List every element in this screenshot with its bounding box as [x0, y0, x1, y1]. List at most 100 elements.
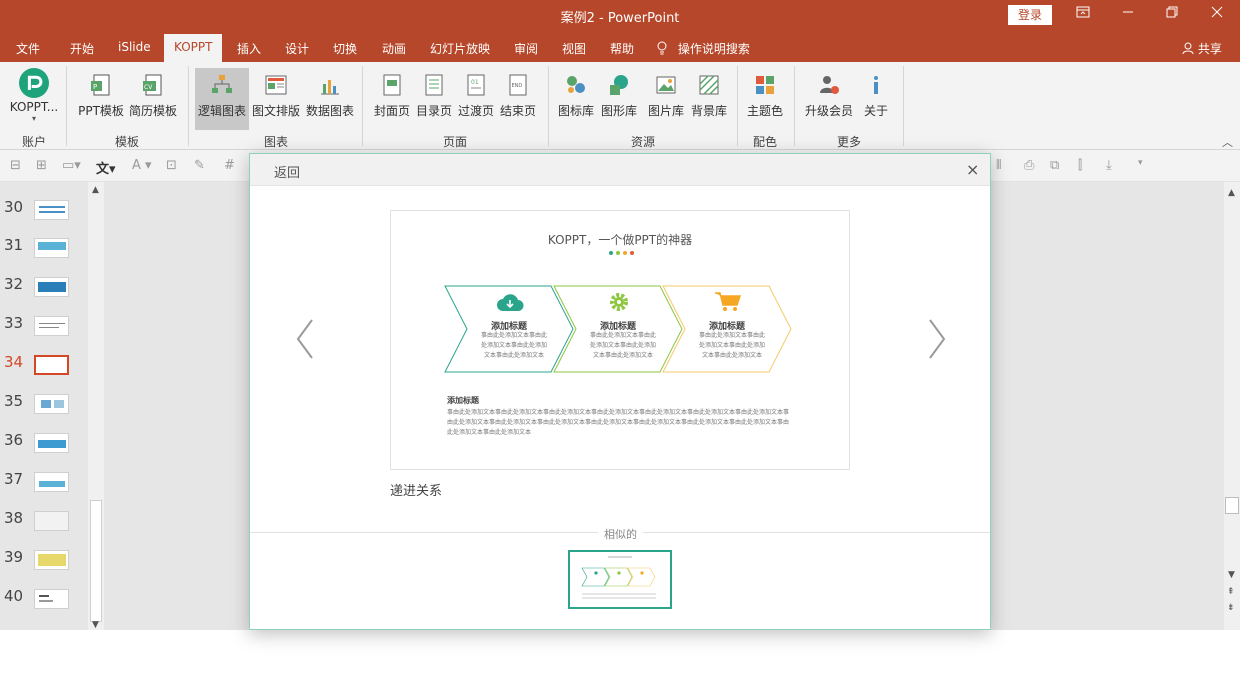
ribbon-display-icon[interactable] — [1071, 4, 1095, 26]
upgrade-member-label: 升级会员 — [804, 104, 853, 118]
tab-insert[interactable]: 插入 — [237, 40, 261, 57]
separator — [362, 66, 363, 146]
collapse-ribbon-icon[interactable]: ︿ — [1222, 134, 1233, 150]
slide-thumbnail[interactable]: 31 — [0, 234, 88, 264]
cover-page-button[interactable]: 封面页 — [368, 68, 416, 130]
slide-preview — [34, 394, 69, 414]
scroll-down-icon[interactable]: ▼ — [92, 620, 99, 630]
share-label: 共享 — [1197, 42, 1222, 56]
next-arrow-icon[interactable] — [922, 314, 952, 364]
slide-thumbnail[interactable]: 33 — [0, 312, 88, 342]
resume-template-button[interactable]: CV 简历模板 — [126, 68, 180, 130]
theme-color-button[interactable]: 主题色 — [741, 68, 789, 130]
scroll-up-icon[interactable]: ▲ — [92, 185, 99, 195]
slide-thumbnail[interactable]: 37 — [0, 468, 88, 498]
shape-library-icon — [610, 75, 628, 95]
next-slide-icon[interactable]: ⇟ — [1227, 603, 1235, 613]
color-grid-icon — [756, 76, 774, 94]
back-button[interactable]: 返回 — [274, 162, 300, 181]
image-text-layout-button[interactable]: 图文排版 — [249, 68, 303, 130]
group-template: 模板 — [114, 135, 139, 149]
tab-design[interactable]: 设计 — [285, 40, 309, 57]
login-button[interactable]: 登录 — [1008, 5, 1052, 25]
upgrade-member-button[interactable]: 升级会员 — [801, 68, 857, 130]
template-preview[interactable]: KOPPT，一个做PPT的神器 添加标题 事由此处添加文本事由此处添加文本事由此… — [390, 210, 850, 470]
slide-preview — [34, 355, 69, 375]
logic-chart-label: 逻辑图表 — [197, 104, 246, 118]
shopping-cart-icon — [715, 292, 742, 311]
text-format-icon[interactable]: 文▾ — [96, 158, 116, 177]
slide-number: 31 — [4, 236, 24, 254]
scrollbar-thumb[interactable] — [90, 500, 102, 622]
transition-page-label: 过渡页 — [457, 104, 494, 118]
font-color-icon[interactable]: A ▾ — [132, 158, 152, 173]
scroll-up-icon[interactable]: ▲ — [1228, 188, 1235, 198]
slide-thumbnail[interactable]: 40 — [0, 585, 88, 615]
end-page-button[interactable]: END 结束页 — [494, 68, 542, 130]
distribute-icon[interactable]: ⫴ — [996, 158, 1001, 173]
icon-library-button[interactable]: 图标库 — [553, 68, 599, 130]
tab-home[interactable]: 开始 — [70, 40, 94, 57]
editor-scrollbar[interactable]: ▲ ▼ ⇞ ⇟ — [1224, 182, 1240, 630]
logic-chart-button[interactable]: 逻辑图表 — [195, 68, 249, 130]
separator — [737, 66, 738, 146]
window-title: 案例2 - PowerPoint — [560, 11, 680, 26]
slide-number: 33 — [4, 314, 24, 332]
toolbar-more-icon[interactable]: ▾ — [1138, 158, 1143, 168]
textbox-icon[interactable]: ▭▾ — [62, 158, 81, 173]
slide-thumbnail[interactable]: 36 — [0, 429, 88, 459]
group-color: 配色 — [752, 135, 777, 149]
copy-icon[interactable]: ⧉ — [1050, 158, 1059, 173]
tab-animations[interactable]: 动画 — [382, 40, 406, 57]
previous-arrow-icon[interactable] — [290, 314, 320, 364]
background-library-button[interactable]: 背景库 — [686, 68, 732, 130]
slide-thumbnail-current[interactable]: 34 — [0, 351, 88, 381]
data-chart-button[interactable]: 数据图表 — [303, 68, 357, 130]
previous-slide-icon[interactable]: ⇞ — [1227, 587, 1235, 597]
tab-islide[interactable]: iSlide — [118, 40, 151, 54]
tab-file[interactable]: 文件 — [16, 40, 40, 57]
image-tool-icon[interactable]: ⊡ — [166, 158, 177, 173]
slide-thumbnail[interactable]: 32 — [0, 273, 88, 303]
scrollbar-thumb[interactable] — [1225, 497, 1239, 514]
shape-library-button[interactable]: 图形库 — [596, 68, 642, 130]
ppt-template-button[interactable]: P PPT模板 — [74, 68, 128, 130]
grid-icon[interactable]: # — [224, 158, 235, 173]
share-button[interactable]: 共享 — [1182, 40, 1222, 57]
scroll-down-icon[interactable]: ▼ — [1228, 570, 1235, 580]
slide-thumbnail[interactable]: 38 — [0, 507, 88, 537]
slide-number: 30 — [4, 198, 24, 216]
eyedropper-icon[interactable]: ✎ — [194, 158, 205, 173]
tab-koppt[interactable]: KOPPT — [164, 34, 223, 62]
title-bar: 案例2 - PowerPoint 登录 — [0, 0, 1240, 32]
slide-thumbnail[interactable]: 39 — [0, 546, 88, 576]
slide-pane-scrollbar[interactable]: ▲ ▼ — [88, 182, 104, 630]
slide-thumbnail[interactable]: 35 — [0, 390, 88, 420]
dropdown-caret-icon: ▾ — [31, 114, 36, 123]
minimize-icon[interactable] — [1116, 4, 1140, 26]
tab-help[interactable]: 帮助 — [610, 40, 634, 57]
lock-icon[interactable]: ⊟ — [10, 158, 21, 173]
tab-review[interactable]: 审阅 — [514, 40, 538, 57]
about-button[interactable]: 关于 — [856, 68, 896, 130]
similar-template-thumbnail[interactable] — [568, 550, 672, 609]
transition-page-button[interactable]: 01 过渡页 — [452, 68, 500, 130]
download-icon[interactable]: ⤓ — [1106, 158, 1112, 173]
tab-slideshow[interactable]: 幻灯片放映 — [430, 40, 490, 57]
tab-view[interactable]: 视图 — [562, 40, 586, 57]
restore-icon[interactable] — [1160, 4, 1184, 26]
align-icon[interactable]: ⊞ — [36, 158, 47, 173]
toc-page-button[interactable]: 目录页 — [410, 68, 458, 130]
bar-chart-icon — [321, 80, 339, 95]
preview-subtitle: 添加标题 — [447, 396, 479, 405]
close-window-icon[interactable] — [1205, 4, 1229, 26]
slide-thumbnail[interactable]: 30 — [0, 196, 88, 226]
close-icon[interactable]: × — [966, 160, 979, 179]
print-icon[interactable]: ⎙ — [1024, 158, 1034, 173]
image-library-button[interactable]: 图片库 — [643, 68, 689, 130]
koppt-account-button[interactable]: KOPPT... ▾ — [6, 68, 62, 130]
tab-transitions[interactable]: 切换 — [333, 40, 357, 57]
separator — [548, 66, 549, 146]
tell-me-search[interactable]: 操作说明搜索 — [656, 40, 750, 57]
chart-tool-icon[interactable]: ⫿ — [1078, 158, 1082, 173]
